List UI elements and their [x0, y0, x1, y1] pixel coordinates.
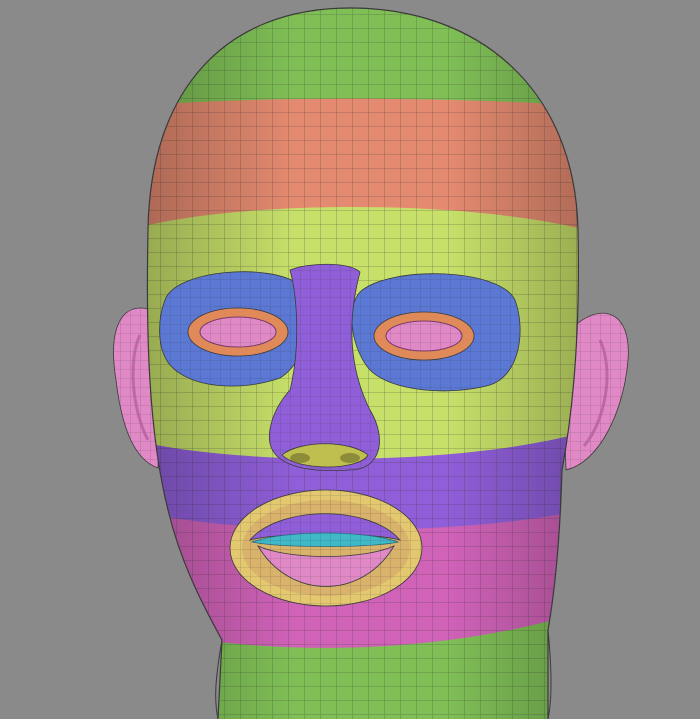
right-eye: [373, 311, 475, 361]
mouth: [229, 489, 423, 607]
head-mesh-render: [0, 0, 700, 719]
left-eye: [187, 307, 289, 357]
3d-viewport[interactable]: [0, 0, 700, 719]
